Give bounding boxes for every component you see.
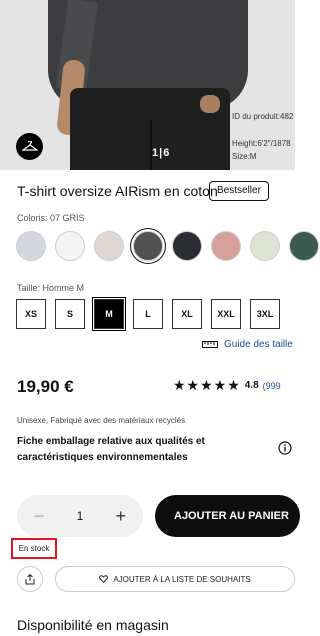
product-price: 19,90 €: [17, 377, 74, 396]
ruler-icon: [202, 341, 218, 348]
hanger-icon[interactable]: [16, 133, 43, 160]
quantity-value[interactable]: 1: [77, 509, 84, 523]
color-swatch[interactable]: [94, 231, 124, 261]
color-swatch[interactable]: [172, 231, 202, 261]
environmental-sheet-link[interactable]: Fiche emballage relative aux qualités et…: [17, 434, 262, 466]
star-icons: ★★★★★: [173, 377, 241, 393]
review-count-link[interactable]: (999: [263, 381, 281, 391]
color-swatch[interactable]: [133, 231, 163, 261]
size-option[interactable]: L: [133, 299, 163, 329]
product-image[interactable]: ID du produit:482 Height:6'2"/1878 Size:…: [0, 0, 295, 170]
increase-quantity-button[interactable]: +: [115, 507, 126, 525]
add-to-cart-button[interactable]: AJOUTER AU PANIER: [155, 495, 300, 537]
model-size-text: Size:M: [232, 152, 257, 161]
stock-status: En stock: [11, 538, 57, 559]
model-hand: [200, 95, 220, 113]
size-option[interactable]: XS: [16, 299, 46, 329]
product-rating[interactable]: ★★★★★ 4.8 (999: [173, 377, 281, 394]
size-options: XS S M L XL XXL 3XL: [16, 299, 280, 329]
model-height-text: Height:6'2"/1878: [232, 139, 291, 148]
rating-value: 4.8: [244, 380, 259, 391]
size-option[interactable]: XXL: [211, 299, 241, 329]
color-swatch[interactable]: [289, 231, 319, 261]
product-tags: Unisexe, Fabriqué avec des matériaux rec…: [17, 416, 186, 425]
share-button[interactable]: [17, 566, 43, 592]
product-id-overlay: ID du produit:482: [232, 112, 294, 121]
size-label: Taille: Homme M: [17, 283, 85, 293]
heart-icon: [99, 575, 109, 583]
product-title: T-shirt oversize AIRism en coton: [17, 183, 218, 199]
color-label: Coloris: 07 GRIS: [17, 213, 85, 223]
color-swatch[interactable]: [211, 231, 241, 261]
size-guide-label: Guide des taille: [224, 339, 293, 350]
color-swatch[interactable]: [16, 231, 46, 261]
model-pants-seam: [150, 120, 152, 170]
model-info-overlay: Height:6'2"/1878 Size:M: [232, 137, 295, 163]
decrease-quantity-button[interactable]: −: [34, 507, 45, 525]
wishlist-label: AJOUTER À LA LISTE DE SOUHAITS: [113, 574, 251, 584]
info-icon[interactable]: [278, 441, 292, 460]
size-guide-link[interactable]: Guide des taille: [202, 339, 293, 350]
store-availability-heading: Disponibilité en magasin: [17, 617, 169, 633]
quantity-stepper: − 1 +: [17, 495, 143, 537]
size-option[interactable]: S: [55, 299, 85, 329]
size-option[interactable]: 3XL: [250, 299, 280, 329]
bestseller-badge: Bestseller: [209, 181, 269, 201]
size-option[interactable]: XL: [172, 299, 202, 329]
share-icon: [25, 573, 35, 584]
size-option[interactable]: M: [94, 299, 124, 329]
add-to-wishlist-button[interactable]: AJOUTER À LA LISTE DE SOUHAITS: [55, 566, 295, 592]
color-swatch[interactable]: [55, 231, 85, 261]
image-pager: 1|6: [152, 147, 171, 159]
color-swatch[interactable]: [250, 231, 280, 261]
color-swatches: [16, 231, 319, 261]
